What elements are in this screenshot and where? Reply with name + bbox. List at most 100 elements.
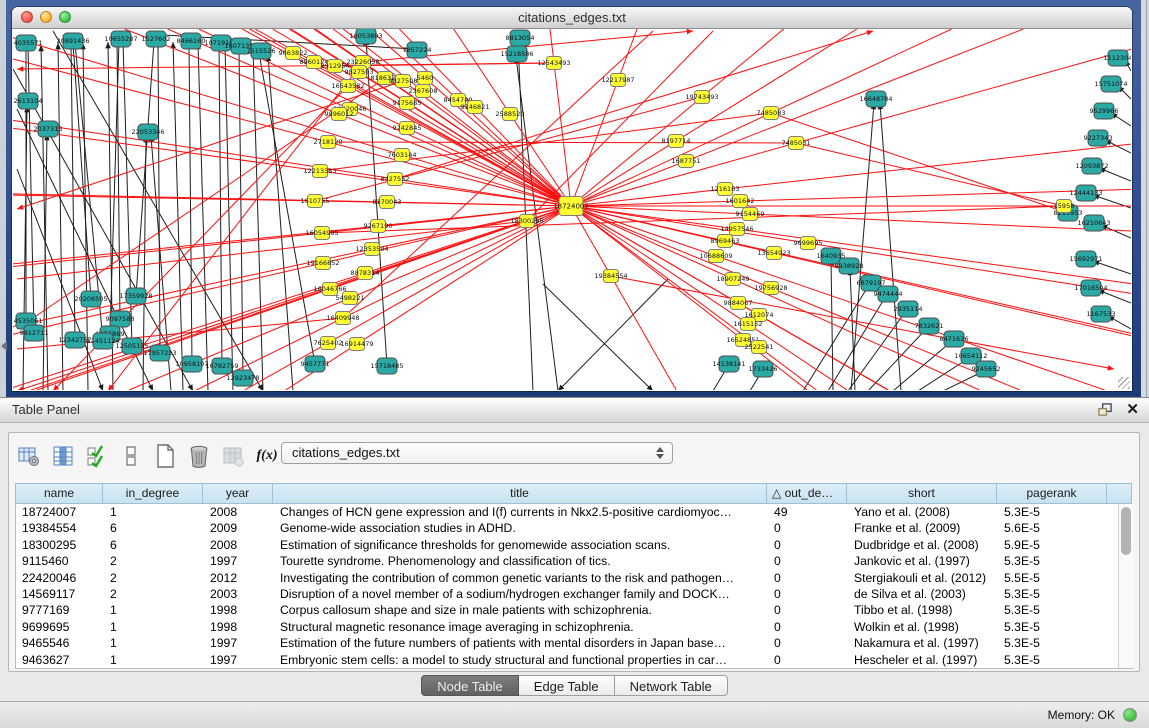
table-cell[interactable]: 1998 xyxy=(204,619,274,635)
table-panel-titlebar[interactable]: Table Panel ✕ xyxy=(0,398,1149,423)
table-cell[interactable]: Yano et al. (2008) xyxy=(848,504,998,520)
table-cell[interactable]: Dudbridge et al. (2008) xyxy=(848,537,998,553)
table-cell[interactable]: 0 xyxy=(768,602,848,618)
close-window-button[interactable] xyxy=(21,11,33,23)
table-cell[interactable]: Embryonic stem cells: a model to study s… xyxy=(274,652,768,668)
splitter-collapse-arrow-icon[interactable] xyxy=(1,341,7,351)
table-cell[interactable]: 0 xyxy=(768,553,848,569)
table-cell[interactable]: 5.3E-5 xyxy=(998,619,1108,635)
row-options-icon[interactable] xyxy=(117,441,145,471)
table-row[interactable]: 1830029562008Estimation of significance … xyxy=(16,537,1132,553)
table-cell[interactable]: 18300295 xyxy=(16,537,104,553)
table-cell[interactable]: Corpus callosum shape and size in male p… xyxy=(274,602,768,618)
table-cell[interactable]: 9777169 xyxy=(16,602,104,618)
table-cell[interactable]: 0 xyxy=(768,619,848,635)
table-cell[interactable]: 1 xyxy=(104,504,204,520)
scrollbar-thumb[interactable] xyxy=(1121,507,1131,555)
table-cell[interactable]: Jankovic et al. (1997) xyxy=(848,553,998,569)
import-table-icon[interactable] xyxy=(219,441,247,471)
table-row[interactable]: 946362711997Embryonic stem cells: a mode… xyxy=(16,652,1132,668)
tab-edge-table[interactable]: Edge Table xyxy=(519,675,615,696)
table-settings-icon[interactable] xyxy=(15,441,43,471)
table-cell[interactable]: 1998 xyxy=(204,602,274,618)
table-cell[interactable]: 1997 xyxy=(204,635,274,651)
table-cell[interactable]: 2008 xyxy=(204,537,274,553)
table-cell[interactable]: Investigating the contribution of common… xyxy=(274,570,768,586)
table-cell[interactable]: 5.6E-5 xyxy=(998,520,1108,536)
table-cell[interactable]: 9699695 xyxy=(16,619,104,635)
column-header-short[interactable]: short xyxy=(847,483,997,504)
select-all-icon[interactable] xyxy=(83,441,111,471)
table-cell[interactable]: 1 xyxy=(104,619,204,635)
table-row[interactable]: 1872400712008Changes of HCN gene express… xyxy=(16,504,1132,520)
show-columns-icon[interactable] xyxy=(49,441,77,471)
table-cell[interactable]: 1997 xyxy=(204,652,274,668)
function-builder-icon[interactable]: f(x) xyxy=(253,441,281,471)
table-row[interactable]: 911546021997Tourette syndrome. Phenomeno… xyxy=(16,553,1132,569)
window-titlebar[interactable]: citations_edges.txt xyxy=(12,7,1132,29)
table-cell[interactable]: 2003 xyxy=(204,586,274,602)
table-cell[interactable]: 22420046 xyxy=(16,570,104,586)
table-cell[interactable]: Nakamura et al. (1997) xyxy=(848,635,998,651)
table-row[interactable]: 2242004622012Investigating the contribut… xyxy=(16,570,1132,586)
table-cell[interactable]: Tourette syndrome. Phenomenology and cla… xyxy=(274,553,768,569)
network-view-canvas[interactable]: 1403557120891436106552871527602846616010… xyxy=(13,29,1131,390)
table-cell[interactable]: 9115460 xyxy=(16,553,104,569)
table-cell[interactable]: 14569117 xyxy=(16,586,104,602)
table-cell[interactable]: 1 xyxy=(104,652,204,668)
close-panel-icon[interactable]: ✕ xyxy=(1126,400,1139,420)
table-cell[interactable]: Tibbo et al. (1998) xyxy=(848,602,998,618)
table-cell[interactable]: 2 xyxy=(104,553,204,569)
table-cell[interactable]: 2 xyxy=(104,586,204,602)
table-cell[interactable]: 9465546 xyxy=(16,635,104,651)
table-cell[interactable]: 1 xyxy=(104,635,204,651)
column-header-in_degree[interactable]: in_degree xyxy=(103,483,203,504)
table-cell[interactable]: 9463627 xyxy=(16,652,104,668)
table-cell[interactable]: 5.3E-5 xyxy=(998,652,1108,668)
zoom-window-button[interactable] xyxy=(59,11,71,23)
column-header-year[interactable]: year xyxy=(203,483,273,504)
table-cell[interactable]: 1997 xyxy=(204,553,274,569)
table-row[interactable]: 977716911998Corpus callosum shape and si… xyxy=(16,602,1132,618)
table-cell[interactable]: Franke et al. (2009) xyxy=(848,520,998,536)
table-cell[interactable]: 2012 xyxy=(204,570,274,586)
table-cell[interactable]: 1 xyxy=(104,602,204,618)
table-row[interactable]: 1938455462009Genome-wide association stu… xyxy=(16,520,1132,536)
table-cell[interactable]: 5.3E-5 xyxy=(998,504,1108,520)
column-header-out_de[interactable]: △ out_de… xyxy=(767,483,847,504)
table-selector-dropdown[interactable]: citations_edges.txt xyxy=(281,442,673,464)
table-cell[interactable]: 19384554 xyxy=(16,520,104,536)
window-resize-grip[interactable] xyxy=(1118,377,1130,389)
table-cell[interactable]: 5.9E-5 xyxy=(998,537,1108,553)
table-cell[interactable]: 0 xyxy=(768,652,848,668)
table-cell[interactable]: Disruption of a novel member of a sodium… xyxy=(274,586,768,602)
table-cell[interactable]: 5.3E-5 xyxy=(998,553,1108,569)
table-row[interactable]: 969969511998Structural magnetic resonanc… xyxy=(16,619,1132,635)
table-cell[interactable]: 0 xyxy=(768,570,848,586)
minimize-window-button[interactable] xyxy=(40,11,52,23)
table-vertical-scrollbar[interactable] xyxy=(1118,504,1133,668)
table-cell[interactable]: 5.3E-5 xyxy=(998,602,1108,618)
table-cell[interactable]: 49 xyxy=(768,504,848,520)
column-header-name[interactable]: name xyxy=(15,483,103,504)
table-cell[interactable]: 6 xyxy=(104,537,204,553)
table-cell[interactable]: de Silva et al. (2003) xyxy=(848,586,998,602)
tab-network-table[interactable]: Network Table xyxy=(615,675,728,696)
table-cell[interactable]: 5.3E-5 xyxy=(998,635,1108,651)
table-cell[interactable]: Estimation of the future numbers of pati… xyxy=(274,635,768,651)
table-cell[interactable]: Wolkin et al. (1998) xyxy=(848,619,998,635)
table-cell[interactable]: 2 xyxy=(104,570,204,586)
table-cell[interactable]: 2009 xyxy=(204,520,274,536)
float-panel-icon[interactable] xyxy=(1098,403,1113,417)
table-row[interactable]: 946554611997Estimation of the future num… xyxy=(16,635,1132,651)
table-cell[interactable]: 0 xyxy=(768,635,848,651)
table-cell[interactable]: Structural magnetic resonance image aver… xyxy=(274,619,768,635)
table-cell[interactable]: 0 xyxy=(768,586,848,602)
table-cell[interactable]: 0 xyxy=(768,520,848,536)
table-cell[interactable]: Hescheler et al. (1997) xyxy=(848,652,998,668)
table-cell[interactable]: Stergiakouli et al. (2012) xyxy=(848,570,998,586)
table-row[interactable]: 1456911722003Disruption of a novel membe… xyxy=(16,586,1132,602)
table-cell[interactable]: 18724007 xyxy=(16,504,104,520)
column-header-pagerank[interactable]: pagerank xyxy=(997,483,1107,504)
table-cell[interactable]: 0 xyxy=(768,537,848,553)
